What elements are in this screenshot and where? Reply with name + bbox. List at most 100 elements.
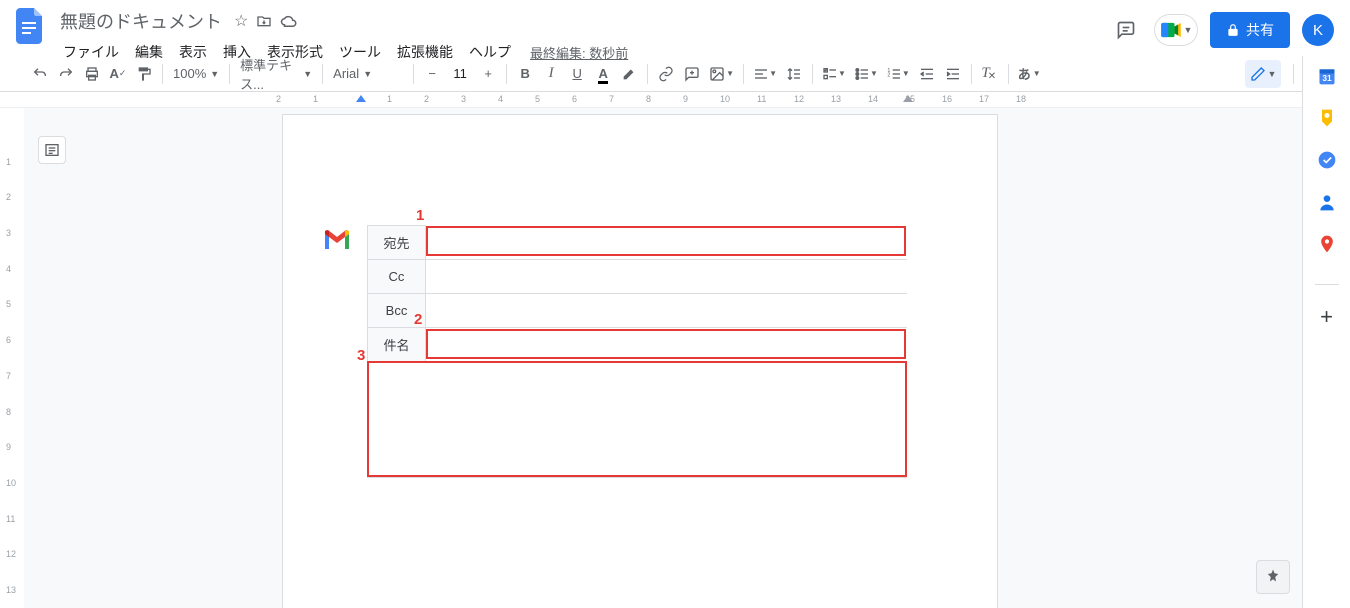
outline-toggle-button[interactable] [38,136,66,164]
document-page[interactable]: 宛先 Cc Bcc 件名 [282,114,998,608]
ruler-tick: 5 [535,94,540,104]
paint-format-button[interactable] [132,61,156,87]
ruler-tick: 2 [424,94,429,104]
font-size-increase[interactable]: + [476,61,500,87]
ruler-tick: 2 [276,94,281,104]
ruler-tick: 6 [572,94,577,104]
vruler-scale: 12345678910111213 [6,108,16,608]
email-body-field[interactable] [367,362,907,478]
vruler-tick: 12 [6,537,16,573]
doc-title[interactable]: 無題のドキュメント [56,6,226,36]
increase-indent-button[interactable] [941,61,965,87]
keep-icon[interactable] [1317,108,1337,128]
email-bcc-row: Bcc [368,294,908,328]
cc-label: Cc [368,260,426,294]
checklist-button[interactable]: ▼ [819,61,849,87]
highlight-button[interactable] [617,61,641,87]
header-right: ▼ 共有 K [1110,6,1338,48]
insert-image-button[interactable]: ▼ [706,61,737,87]
undo-button[interactable] [28,61,52,87]
font-size-input[interactable]: 11 [446,66,474,81]
ruler-tick: 18 [1016,94,1026,104]
gmail-icon[interactable] [323,229,351,251]
ruler-tick: 16 [942,94,952,104]
decrease-indent-button[interactable] [915,61,939,87]
maps-icon[interactable] [1317,234,1337,254]
styles-select[interactable]: 標準テキス...▼ [236,62,316,86]
contacts-icon[interactable] [1317,192,1337,212]
account-avatar[interactable]: K [1302,14,1334,46]
calendar-icon[interactable]: 31 [1317,66,1337,86]
vruler-tick: 7 [6,358,16,394]
canvas[interactable]: 宛先 Cc Bcc 件名 [24,108,1350,608]
explore-button[interactable] [1256,560,1290,594]
spellcheck-button[interactable]: A✓ [106,61,130,87]
numbered-list-button[interactable]: 12▼ [883,61,913,87]
ruler-tick: 13 [831,94,841,104]
cc-field[interactable] [426,260,908,294]
redo-button[interactable] [54,61,78,87]
horizontal-ruler[interactable]: 21123456789101112131415161718 [0,92,1350,108]
vruler-tick: 10 [6,465,16,501]
separator [1315,284,1339,285]
to-label: 宛先 [368,226,426,260]
tasks-icon[interactable] [1317,150,1337,170]
zoom-select[interactable]: 100%▼ [169,62,223,86]
ruler-scale: 21123456789101112131415161718 [280,92,990,108]
vruler-tick: 1 [6,144,16,180]
email-cc-row: Cc [368,260,908,294]
email-fields-table: 宛先 Cc Bcc 件名 [367,225,907,362]
separator [229,64,230,84]
separator [162,64,163,84]
indent-marker[interactable] [356,95,366,102]
text-color-button[interactable]: A [591,61,615,87]
insert-comment-button[interactable] [680,61,704,87]
clear-formatting-button[interactable]: T✕ [978,61,1002,87]
vruler-tick: 2 [6,179,16,215]
underline-button[interactable]: U [565,61,589,87]
separator [1008,64,1009,84]
toolbar: A✓ 100%▼ 標準テキス...▼ Arial▼ − 11 + B I U A… [0,56,1350,92]
bcc-label: Bcc [368,294,426,328]
add-addon-icon[interactable]: + [1317,307,1337,327]
star-icon[interactable]: ☆ [234,11,248,31]
meet-button[interactable]: ▼ [1154,14,1198,46]
share-label: 共有 [1246,20,1274,40]
print-button[interactable] [80,61,104,87]
ruler-tick: 12 [794,94,804,104]
docs-logo[interactable] [12,8,48,44]
font-size-decrease[interactable]: − [420,61,444,87]
ruler-tick: 9 [683,94,688,104]
ruler-tick: 7 [609,94,614,104]
comment-history-button[interactable] [1110,14,1142,46]
editing-mode-button[interactable]: ▼ [1245,60,1281,88]
bullet-list-button[interactable]: ▼ [851,61,881,87]
insert-link-button[interactable] [654,61,678,87]
line-spacing-button[interactable] [782,61,806,87]
font-select[interactable]: Arial▼ [329,62,407,86]
app-header: 無題のドキュメント ☆ ファイル 編集 表示 挿入 表示形式 ツール 拡張機能 … [0,0,1350,56]
subject-field[interactable] [426,328,908,362]
move-icon[interactable] [256,13,272,29]
share-button[interactable]: 共有 [1210,12,1290,48]
align-button[interactable]: ▼ [750,61,780,87]
email-subject-row: 件名 [368,328,908,362]
separator [647,64,648,84]
ruler-tick: 11 [757,94,766,104]
ruler-tick: 1 [313,94,318,104]
vruler-tick [6,108,16,144]
email-to-row: 宛先 [368,226,908,260]
svg-text:31: 31 [1322,73,1332,83]
vertical-ruler[interactable]: 12345678910111213 [0,108,24,608]
separator [506,64,507,84]
separator [743,64,744,84]
bcc-field[interactable] [426,294,908,328]
to-field[interactable] [426,226,908,260]
ime-button[interactable]: あ▼ [1015,61,1044,87]
last-edit-link[interactable]: 最終編集: 数秒前 [530,43,628,62]
italic-button[interactable]: I [539,61,563,87]
vruler-tick: 9 [6,429,16,465]
bold-button[interactable]: B [513,61,537,87]
vruler-tick: 8 [6,394,16,430]
cloud-status-icon[interactable] [280,14,298,28]
